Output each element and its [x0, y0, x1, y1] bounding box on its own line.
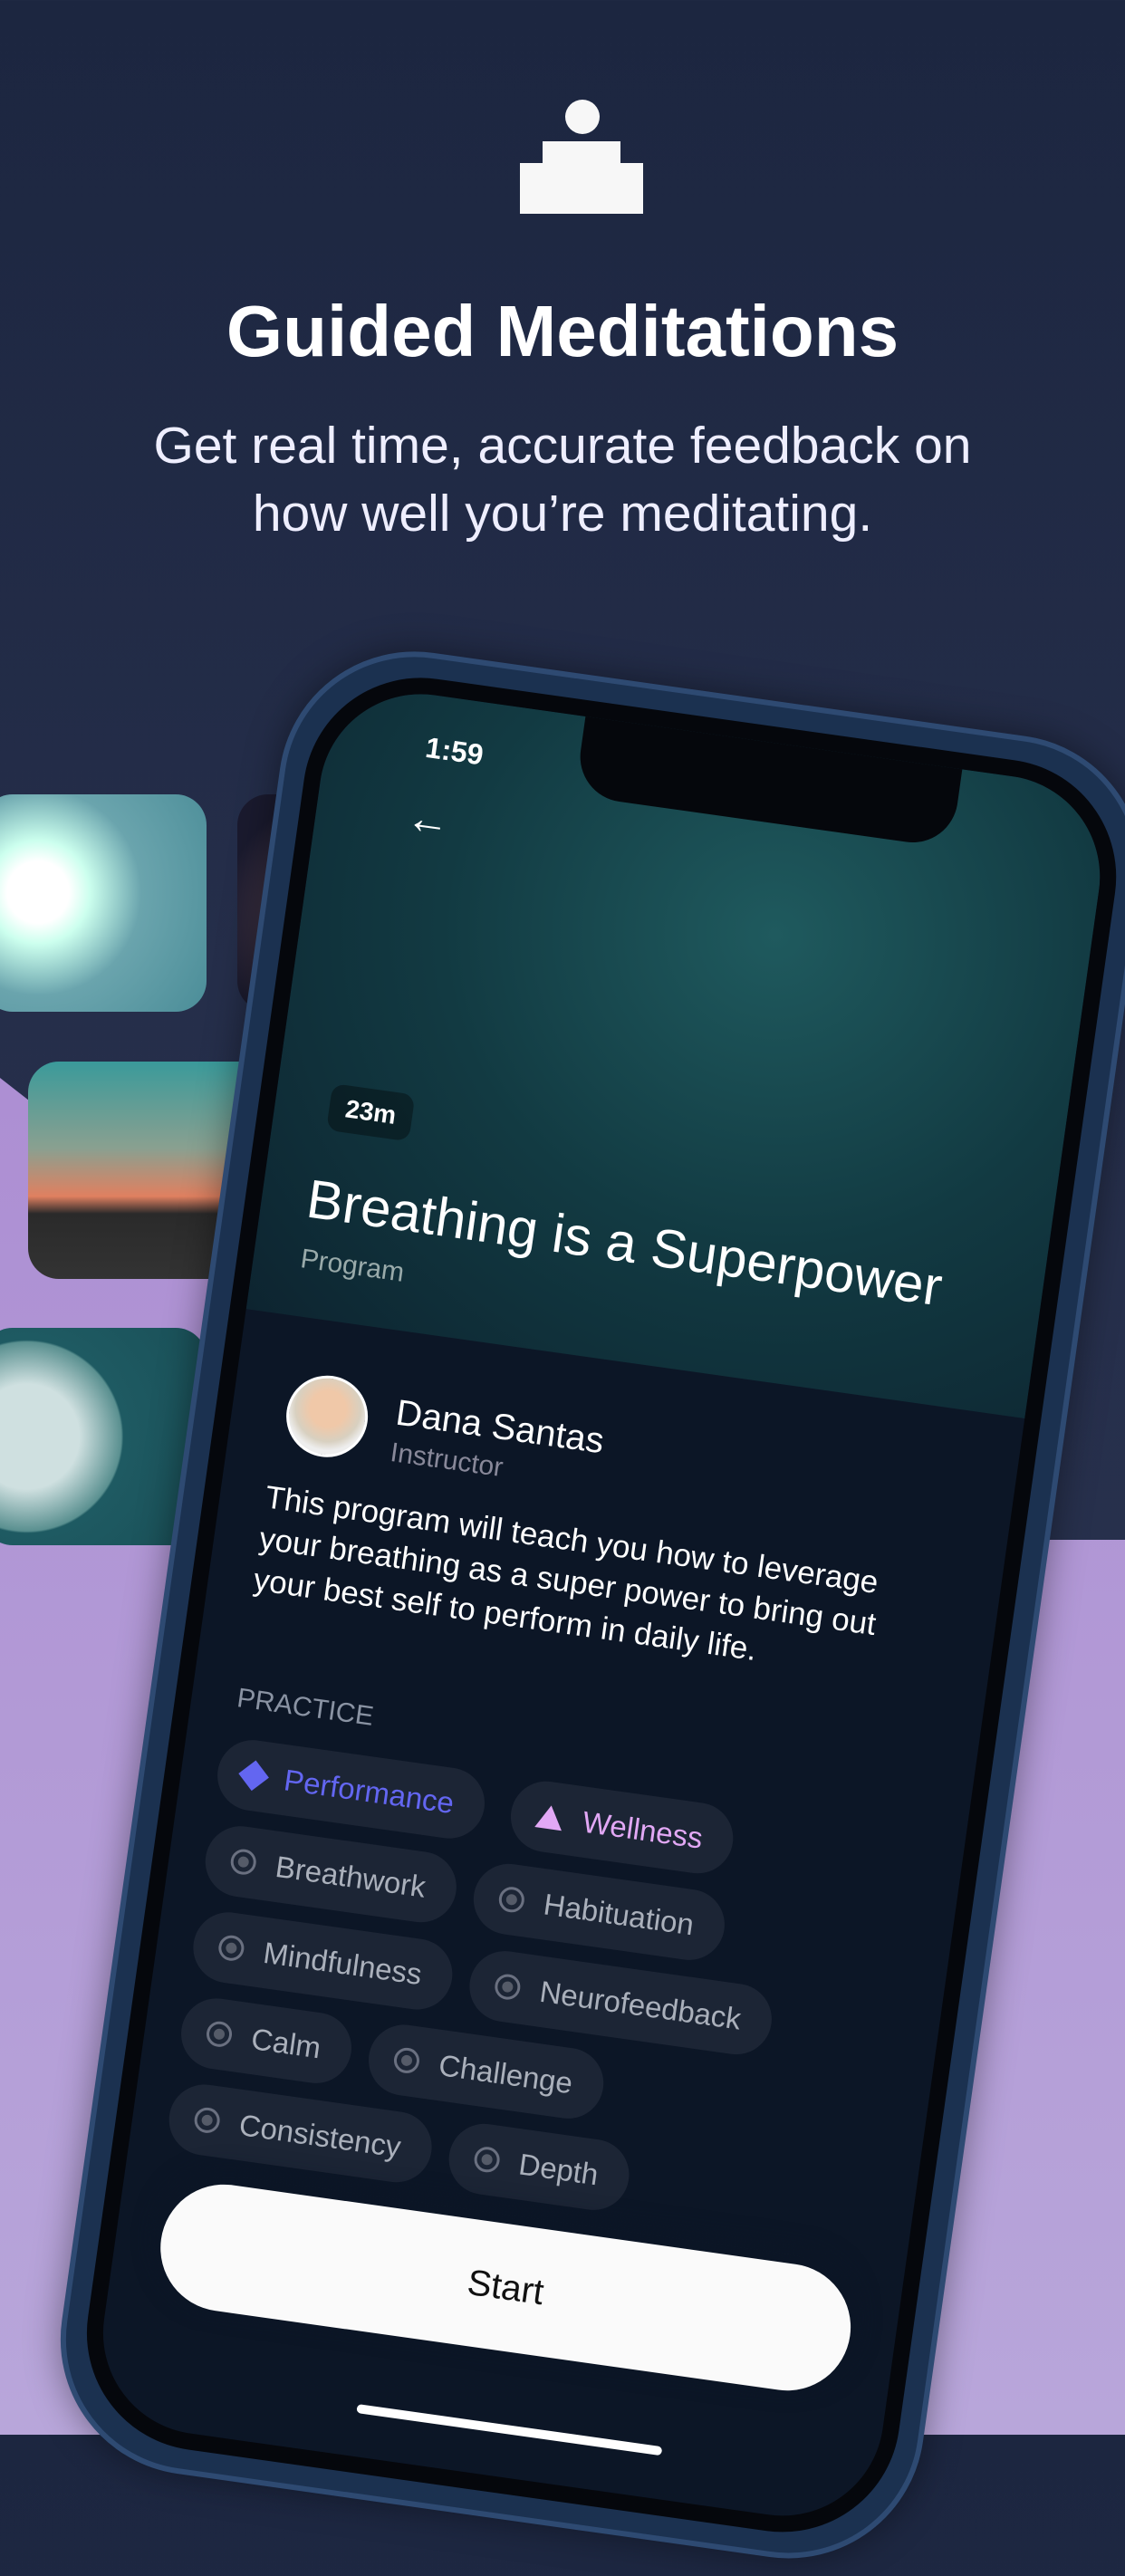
chip-calm[interactable]: Calm — [176, 1994, 357, 2088]
home-indicator[interactable] — [356, 2404, 663, 2456]
radio-icon — [496, 1885, 526, 1915]
program-description: This program will teach you how to lever… — [251, 1479, 880, 1668]
chip-label: Depth — [516, 2147, 601, 2192]
cloud-image — [0, 794, 207, 1012]
diamond-icon — [238, 1760, 269, 1792]
chip-breathwork[interactable]: Breathwork — [200, 1821, 461, 1927]
chip-performance[interactable]: Performance — [213, 1735, 489, 1843]
chip-label: Breathwork — [273, 1849, 428, 1904]
chip-label: Performance — [282, 1763, 457, 1821]
back-arrow-icon[interactable]: ← — [403, 793, 453, 848]
chip-wellness[interactable]: Wellness — [505, 1776, 738, 1879]
radio-icon — [205, 2019, 234, 2049]
radio-icon — [192, 2106, 222, 2135]
chip-label: Habituation — [541, 1887, 697, 1942]
radio-icon — [228, 1847, 258, 1877]
radio-icon — [392, 2046, 421, 2075]
podium-meditation-icon — [520, 100, 643, 216]
chip-label: Wellness — [580, 1804, 706, 1855]
chip-mindfulness[interactable]: Mindfulness — [188, 1908, 457, 2014]
chip-consistency[interactable]: Consistency — [164, 2080, 437, 2187]
practice-chips: Performance Wellness Breathwork Habituat… — [164, 1735, 923, 2248]
chip-label: Neurofeedback — [537, 1974, 744, 2036]
chip-habituation[interactable]: Habituation — [468, 1859, 729, 1965]
chip-label: Consistency — [236, 2108, 403, 2164]
radio-icon — [216, 1933, 246, 1963]
chip-label: Calm — [249, 2021, 323, 2065]
practice-label: PRACTICE — [235, 1683, 376, 1732]
page-title: Guided Meditations — [226, 291, 899, 371]
radio-icon — [472, 2145, 502, 2175]
chip-depth[interactable]: Depth — [444, 2119, 634, 2215]
instructor-avatar[interactable] — [281, 1370, 373, 1463]
chip-label: Mindfulness — [261, 1935, 425, 1992]
chip-challenge[interactable]: Challenge — [363, 2020, 608, 2123]
radio-icon — [493, 1972, 523, 2002]
page-subtitle: Get real time, accurate feedback on how … — [153, 417, 972, 543]
chip-label: Challenge — [437, 2048, 575, 2100]
triangle-icon — [534, 1803, 565, 1831]
